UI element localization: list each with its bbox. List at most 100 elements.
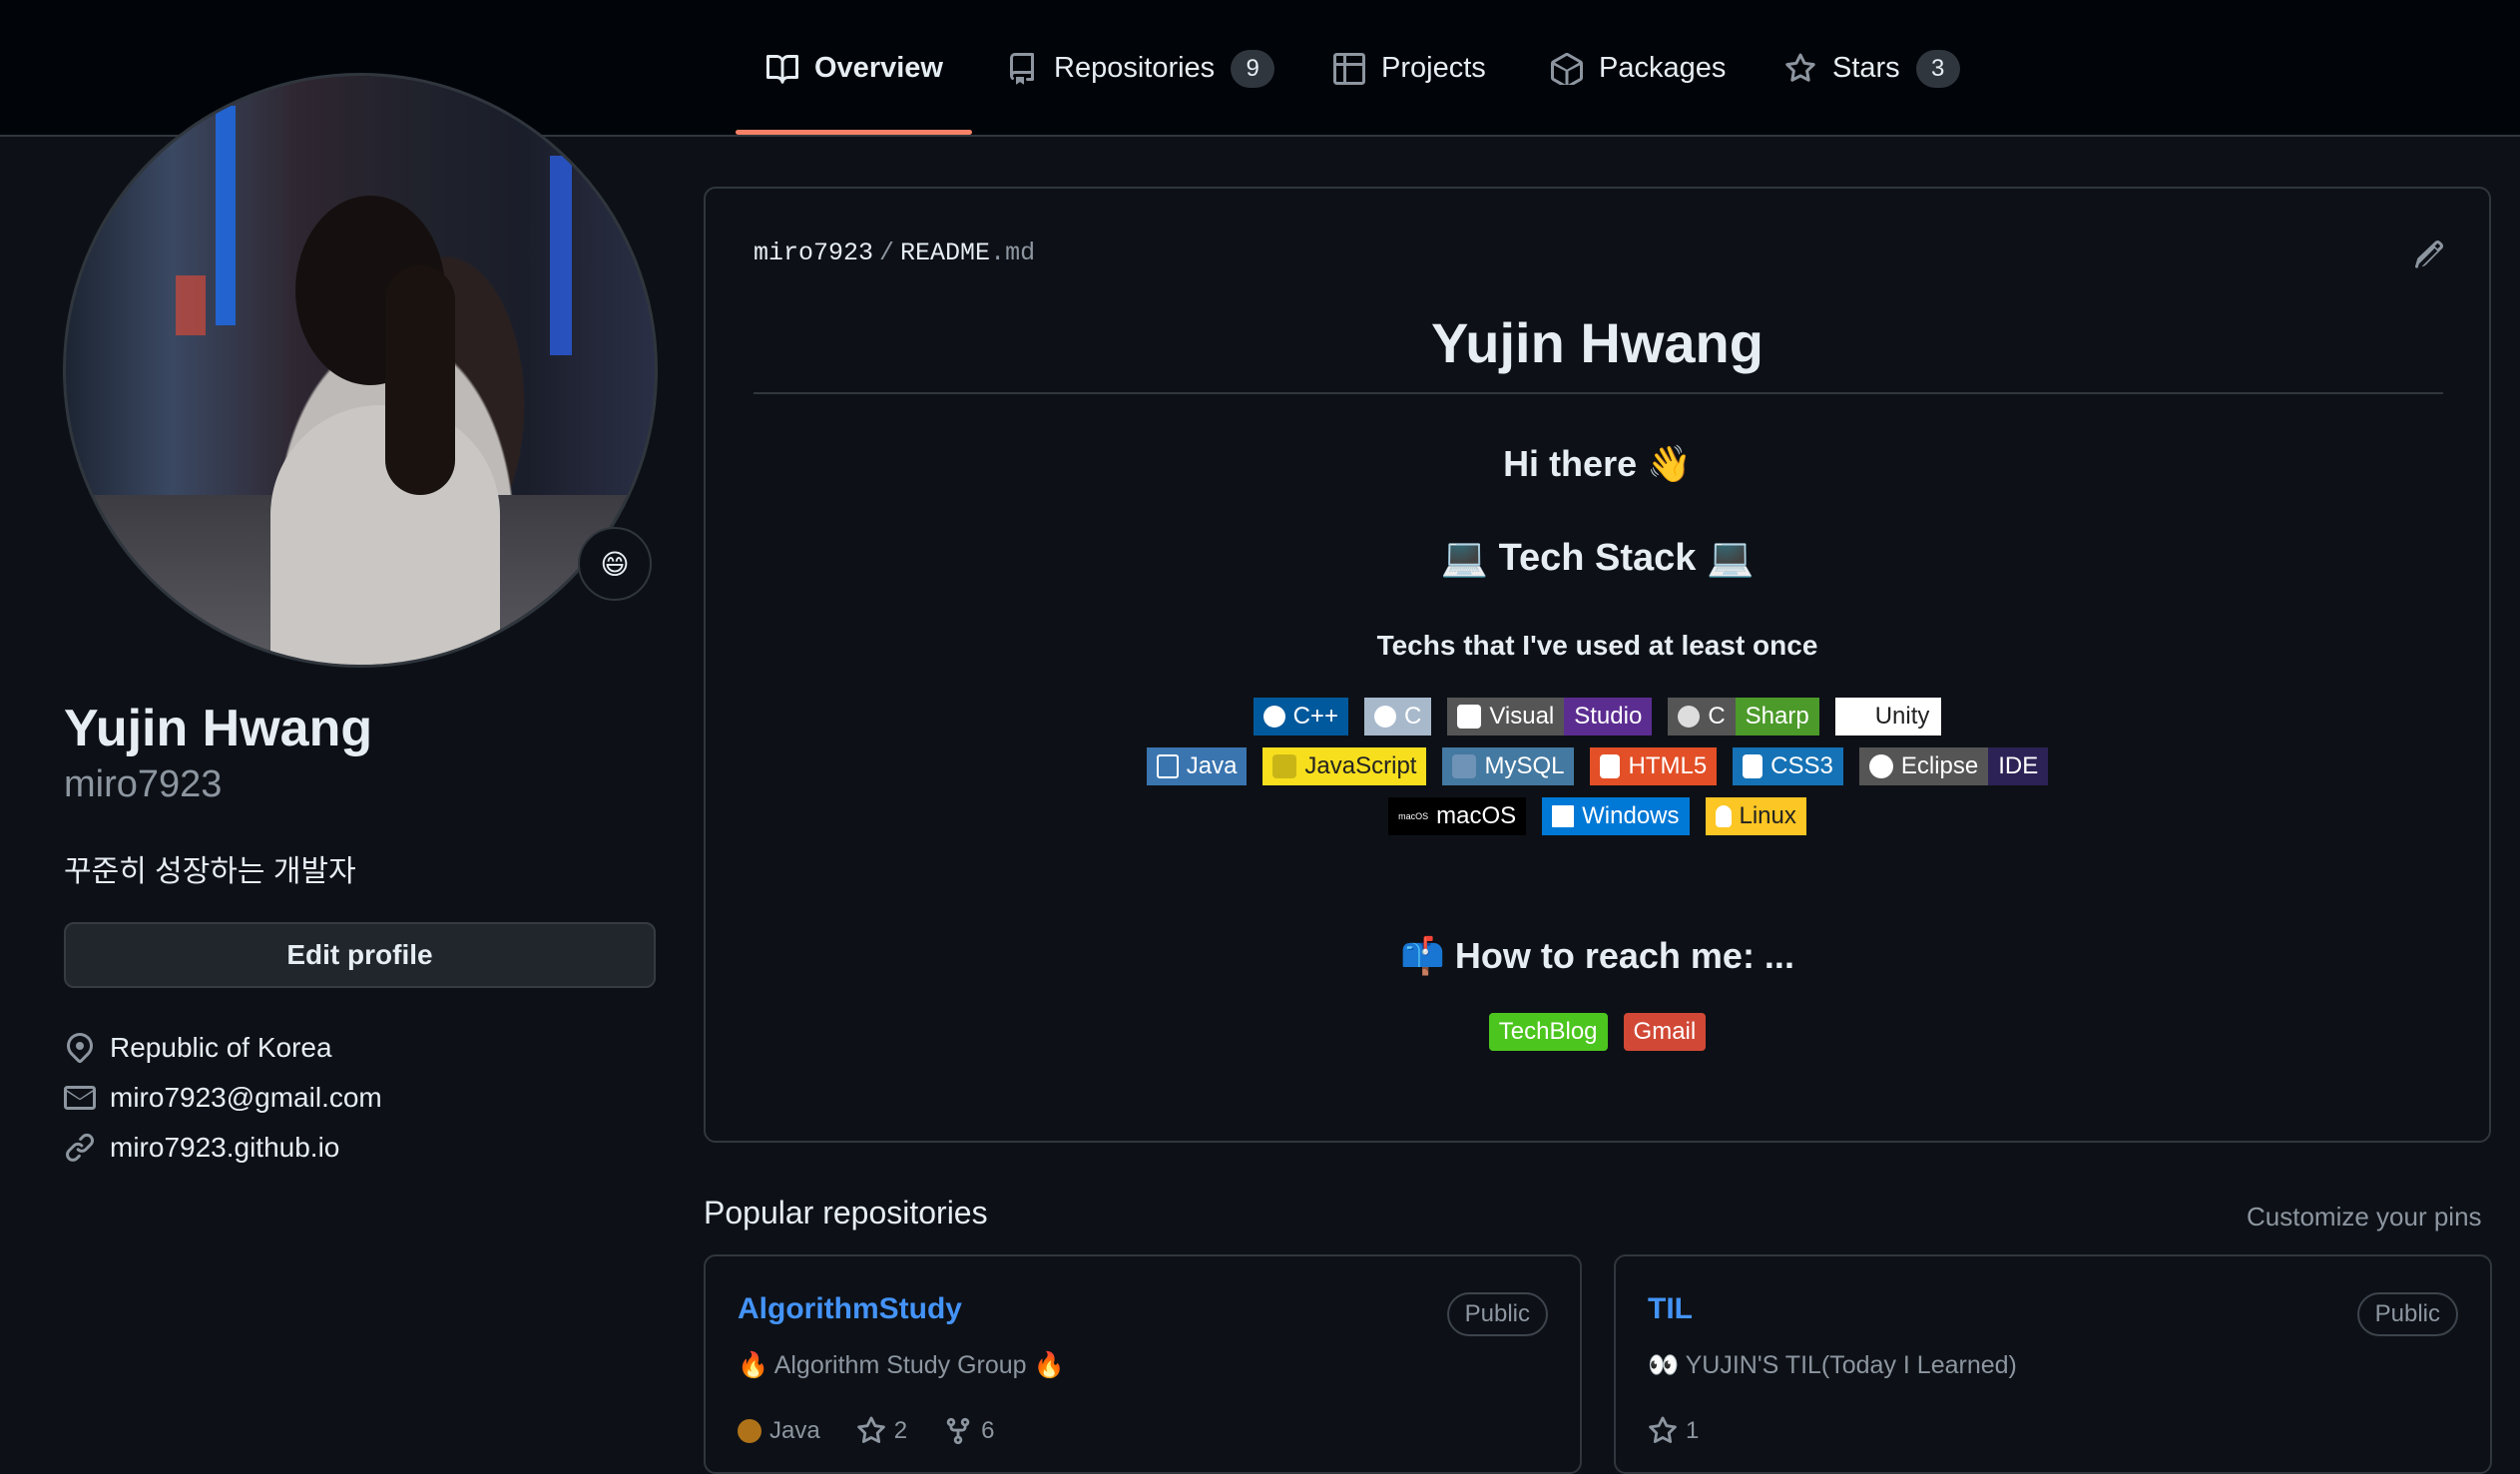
badge-java[interactable]: Java: [1146, 747, 1248, 785]
cpp-icon: [1262, 706, 1285, 728]
visibility-badge: Public: [1446, 1292, 1548, 1336]
badge-vs-left: Visual: [1489, 703, 1555, 730]
repo-name-link[interactable]: AlgorithmStudy: [738, 1292, 962, 1326]
pencil-icon[interactable]: [2413, 239, 2445, 270]
location-icon: [67, 1032, 93, 1064]
badge-c[interactable]: C: [1363, 698, 1432, 736]
table-icon: [1333, 52, 1365, 85]
readme-path-separator: /: [879, 239, 895, 267]
badge-macos[interactable]: macOS macOS: [1388, 797, 1527, 835]
mail-icon: [64, 1086, 96, 1110]
badge-csharp[interactable]: C Sharp: [1668, 698, 1819, 736]
repo-description: 👀 YUJIN'S TIL(Today I Learned): [1648, 1351, 2017, 1379]
tab-stars-label: Stars: [1832, 52, 1900, 84]
tab-projects[interactable]: Projects: [1333, 0, 1486, 137]
visual-studio-icon: [1457, 705, 1482, 729]
badge-js-label: JavaScript: [1304, 752, 1417, 779]
tab-repositories[interactable]: Repositories 9: [1006, 0, 1275, 137]
repo-stars[interactable]: 1: [1648, 1416, 1699, 1446]
badge-vs-right: Studio: [1574, 703, 1643, 730]
badge-techblog[interactable]: TechBlog: [1488, 1013, 1608, 1051]
edit-profile-button[interactable]: Edit profile: [64, 922, 656, 988]
badge-css-label: CSS3: [1770, 752, 1833, 779]
package-icon: [1551, 52, 1583, 85]
tab-overview-label: Overview: [814, 52, 943, 84]
c-icon: [1373, 706, 1396, 728]
badge-techblog-label: TechBlog: [1498, 1018, 1598, 1045]
readme-tech-heading: 💻 Tech Stack 💻: [1440, 537, 1755, 579]
macos-icon: macOS: [1398, 811, 1429, 821]
tab-packages[interactable]: Packages: [1551, 0, 1726, 137]
badge-linux[interactable]: Linux: [1705, 797, 1806, 835]
readme-file-base[interactable]: README: [900, 239, 990, 267]
repo-stars-count: 1: [1686, 1417, 1700, 1444]
badge-cs-left: C: [1708, 703, 1726, 730]
html5-icon: [1600, 754, 1621, 778]
badge-windows[interactable]: Windows: [1542, 797, 1690, 835]
language-color-dot: [738, 1419, 761, 1443]
visibility-badge: Public: [2356, 1292, 2458, 1336]
readme-tech-subheading: Techs that I've used at least once: [1376, 630, 1818, 661]
badge-gmail[interactable]: Gmail: [1623, 1013, 1707, 1051]
readme-title: Yujin Hwang: [1431, 311, 1764, 374]
profile-location: Republic of Korea: [64, 1032, 332, 1064]
badge-eclipse[interactable]: Eclipse IDE: [1858, 747, 2049, 785]
badge-row-3: macOS macOS Windows Linux: [706, 797, 2489, 835]
badge-visual-studio[interactable]: Visual Studio: [1447, 698, 1653, 736]
repo-name-link[interactable]: TIL: [1648, 1292, 1693, 1326]
repo-forks[interactable]: 6: [943, 1416, 994, 1446]
badge-eclipse-right: IDE: [1998, 752, 2039, 779]
badge-cs-right: Sharp: [1745, 703, 1809, 730]
readme-path: miro7923/README.md: [754, 239, 1035, 267]
readme-owner-link[interactable]: miro7923: [754, 239, 873, 267]
repo-card: AlgorithmStudy Public 🔥 Algorithm Study …: [704, 1254, 1582, 1474]
badge-unity[interactable]: Unity: [1834, 698, 1942, 736]
star-icon: [856, 1416, 885, 1443]
readme-card: miro7923/README.md Yujin Hwang Hi there …: [704, 187, 2491, 1143]
repo-meta: Java 2 6: [738, 1416, 994, 1446]
popular-repositories-title: Popular repositories: [704, 1195, 988, 1230]
badge-mysql[interactable]: MySQL: [1442, 747, 1575, 785]
badge-html5[interactable]: HTML5: [1590, 747, 1718, 785]
profile-bio: 꾸준히 성장하는 개발자: [64, 855, 356, 888]
badge-row-1: C++ C Visual Studio C Sharp Unity: [706, 698, 2489, 736]
website-link[interactable]: miro7923.github.io: [110, 1132, 339, 1164]
badge-css3[interactable]: CSS3: [1733, 747, 1843, 785]
customize-pins-link[interactable]: Customize your pins: [2247, 1202, 2482, 1232]
tab-overview[interactable]: Overview: [766, 0, 943, 137]
windows-icon: [1552, 805, 1575, 827]
repo-forks-count: 6: [981, 1417, 995, 1444]
java-icon: [1156, 754, 1179, 778]
repo-description: 🔥 Algorithm Study Group 🔥: [738, 1351, 1065, 1379]
readme-reach-heading: 📫 How to reach me: ...: [1400, 935, 1794, 976]
status-emoji-button[interactable]: 😄: [578, 527, 652, 601]
email-link[interactable]: miro7923@gmail.com: [110, 1082, 382, 1114]
avatar[interactable]: [63, 73, 658, 668]
badge-linux-label: Linux: [1739, 802, 1796, 829]
badge-row-2: Java JavaScript MySQL HTML5 CSS3 Eclipse…: [706, 747, 2489, 785]
tab-stars[interactable]: Stars 3: [1784, 0, 1960, 137]
badge-javascript[interactable]: JavaScript: [1262, 747, 1427, 785]
repo-meta: 1: [1648, 1416, 1699, 1446]
profile-website[interactable]: miro7923.github.io: [64, 1132, 339, 1164]
badge-macos-label: macOS: [1436, 802, 1517, 829]
book-icon: [766, 54, 798, 84]
badge-html-label: HTML5: [1628, 752, 1708, 779]
badge-cpp-label: C++: [1292, 703, 1338, 730]
repo-stars-count: 2: [893, 1417, 908, 1444]
repo-stars[interactable]: 2: [856, 1416, 907, 1446]
active-tab-indicator: [736, 130, 972, 135]
readme-greeting: Hi there 👋: [1503, 443, 1692, 484]
star-icon: [1785, 53, 1815, 82]
javascript-icon: [1272, 754, 1297, 778]
location-text: Republic of Korea: [110, 1032, 332, 1063]
csharp-icon: [1678, 706, 1701, 728]
badge-cpp[interactable]: C++: [1253, 698, 1348, 736]
css3-icon: [1743, 754, 1764, 778]
profile-email[interactable]: miro7923@gmail.com: [64, 1082, 382, 1114]
badge-gmail-label: Gmail: [1633, 1018, 1697, 1045]
profile-name: Yujin Hwang: [64, 700, 373, 757]
badge-unity-label: Unity: [1874, 703, 1930, 730]
badge-java-label: Java: [1186, 752, 1238, 779]
linux-icon: [1715, 805, 1732, 827]
